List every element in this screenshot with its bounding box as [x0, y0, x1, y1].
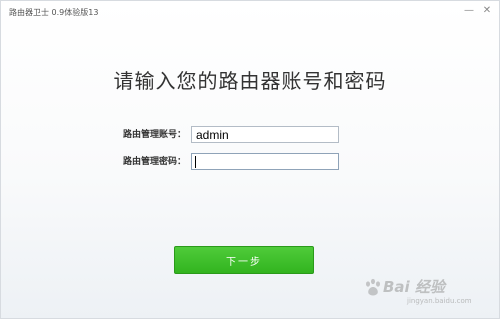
- app-title: 路由器卫士 0.9体验版13: [9, 7, 99, 17]
- watermark: Bai 经验 jingyan.baidu.com: [363, 272, 493, 312]
- watermark-brand: Bai 经验: [383, 278, 445, 296]
- password-row: 路由管理密码：: [1, 153, 500, 171]
- page-title: 请输入您的路由器账号和密码: [113, 69, 387, 93]
- account-input[interactable]: [191, 126, 339, 143]
- password-input[interactable]: [191, 153, 339, 170]
- app-window: 路由器卫士 0.9体验版13 — ✕ 请输入您的路由器账号和密码 路由管理账号：…: [0, 0, 500, 319]
- password-label: 路由管理密码：: [122, 157, 186, 167]
- account-label: 路由管理账号：: [122, 130, 186, 140]
- account-row: 路由管理账号：: [1, 126, 500, 144]
- title-bar[interactable]: 路由器卫士 0.9体验版13 — ✕: [1, 1, 499, 23]
- window-controls: — ✕: [461, 4, 495, 18]
- next-button[interactable]: 下一步: [174, 246, 314, 274]
- close-icon[interactable]: ✕: [479, 4, 495, 18]
- text-caret: [195, 156, 196, 168]
- watermark-url: jingyan.baidu.com: [407, 297, 472, 305]
- minimize-icon[interactable]: —: [461, 4, 477, 18]
- baidu-paw-icon: [366, 278, 380, 296]
